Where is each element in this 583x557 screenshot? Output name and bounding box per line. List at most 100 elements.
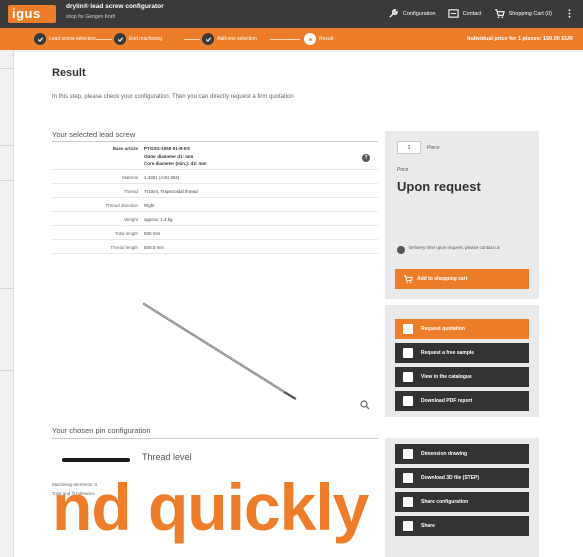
overlay-caption: nd quickly bbox=[52, 470, 369, 544]
spec-label: Thread bbox=[123, 189, 138, 194]
check-icon bbox=[34, 33, 46, 45]
cart-icon bbox=[494, 9, 505, 18]
request-quotation-button[interactable]: Request quotation bbox=[395, 319, 529, 339]
app-subtitle: shop for Gengen Kraft bbox=[66, 14, 116, 20]
spec-row: Base article PTGSG-1050-01-R-ES bbox=[52, 144, 378, 153]
spec-value: Core diameter (min.): d3: mm bbox=[144, 161, 207, 166]
top-bar: igus drylin® lead screw configurator sho… bbox=[0, 0, 583, 28]
step-label: End machining bbox=[129, 36, 163, 42]
view-catalogue-button[interactable]: View in the catalogue bbox=[395, 367, 529, 387]
pin-diagram bbox=[62, 458, 130, 462]
nav-configuration[interactable]: Configuration bbox=[388, 8, 436, 19]
nav-contact[interactable]: Contact bbox=[447, 8, 482, 19]
igus-logo[interactable]: igus bbox=[8, 5, 56, 23]
zoom-icon[interactable] bbox=[360, 400, 370, 410]
step-connector bbox=[96, 39, 112, 40]
left-sidebar-edge bbox=[0, 50, 14, 557]
request-sample-button[interactable]: Request a free sample bbox=[395, 343, 529, 363]
pin-label: Thread level bbox=[142, 452, 192, 462]
nav-contact-label: Contact bbox=[462, 10, 482, 17]
lead-screw-image bbox=[142, 302, 297, 400]
spec-row: Weight approx. 1.4 kg bbox=[52, 212, 378, 226]
button-label: Share bbox=[421, 523, 435, 529]
button-label: Share configuration bbox=[421, 499, 469, 505]
spec-row: Core diameter (min.): d3: mm bbox=[52, 160, 378, 170]
check-icon bbox=[202, 33, 214, 45]
step-lead-screw-selection[interactable]: Lead screw selection bbox=[34, 33, 96, 45]
spec-row: Thread Tr10x4, Trapezoidal thread bbox=[52, 184, 378, 198]
nav-shopping-cart-label: Shopping Cart (0) bbox=[508, 10, 552, 17]
step-number-icon bbox=[304, 33, 316, 45]
spec-value: 1.4301 (AISI 304) bbox=[144, 175, 180, 180]
spec-row: Material 1.4301 (AISI 304) bbox=[52, 170, 378, 184]
button-label: Download 3D file (STEP) bbox=[421, 475, 480, 481]
pdf-icon bbox=[403, 396, 413, 406]
app-title: drylin® lead screw configurator bbox=[66, 3, 164, 10]
button-label: Download PDF report bbox=[421, 398, 473, 404]
section-divider bbox=[52, 438, 378, 439]
spec-label: Total length bbox=[114, 231, 138, 236]
spec-value: 500.0 mm bbox=[144, 245, 165, 250]
spec-label: Weight bbox=[124, 217, 138, 222]
cart-icon bbox=[403, 275, 413, 284]
share-icon bbox=[403, 521, 413, 531]
spec-row: Thread direction Right bbox=[52, 198, 378, 212]
spec-value: 500 mm bbox=[144, 231, 161, 236]
page-title: Result bbox=[52, 67, 86, 79]
quotation-icon bbox=[403, 324, 413, 334]
step-connector bbox=[184, 39, 200, 40]
button-label: View in the catalogue bbox=[421, 374, 472, 380]
spec-label: Thread length bbox=[110, 245, 138, 250]
price-value: Upon request bbox=[397, 179, 481, 194]
step-add-ons-selection[interactable]: Add-ons selection bbox=[202, 33, 257, 45]
selected-lead-screw-title: Your selected lead screw bbox=[52, 130, 136, 139]
downloads-panel: Dimension drawing Download 3D file (STEP… bbox=[385, 438, 539, 557]
dimension-drawing-button[interactable]: Dimension drawing bbox=[395, 444, 529, 464]
action-panel: Request quotation Request a free sample … bbox=[385, 305, 539, 417]
step-label: Lead screw selection bbox=[49, 36, 96, 42]
catalogue-icon bbox=[403, 372, 413, 382]
step-result[interactable]: Result bbox=[304, 33, 333, 45]
download-3d-button[interactable]: Download 3D file (STEP) bbox=[395, 468, 529, 488]
spec-row: Outer diameter d1: mm bbox=[52, 153, 378, 160]
spec-label: Base article bbox=[112, 146, 138, 151]
spec-value: Tr10x4, Trapezoidal thread bbox=[144, 189, 198, 194]
quantity-input[interactable]: 1 bbox=[397, 141, 421, 154]
spec-label: Thread direction bbox=[105, 203, 138, 208]
drawing-icon bbox=[403, 449, 413, 459]
spec-value: Outer diameter d1: mm bbox=[144, 154, 194, 159]
share-configuration-button[interactable]: Share configuration bbox=[395, 492, 529, 512]
section-divider bbox=[52, 141, 378, 142]
spec-value: PTGSG-1050-01-R-ES bbox=[144, 146, 191, 151]
download-pdf-button[interactable]: Download PDF report bbox=[395, 391, 529, 411]
add-to-cart-button[interactable]: Add to shopping cart bbox=[395, 269, 529, 289]
intro-text: In this step, please check your configur… bbox=[52, 94, 294, 100]
nav-shopping-cart[interactable]: Shopping Cart (0) bbox=[494, 8, 552, 19]
price-panel: 1 Piece Price Upon request Delivery time… bbox=[385, 131, 539, 299]
add-to-cart-label: Add to shopping cart bbox=[417, 276, 468, 282]
contact-icon bbox=[447, 9, 459, 18]
step-bar: Lead screw selection End machining Add-o… bbox=[0, 28, 583, 50]
quantity-unit: Piece bbox=[427, 145, 440, 151]
delivery-text: Delivery time upon request, please conta… bbox=[409, 245, 501, 250]
step-connector bbox=[270, 39, 300, 40]
spec-table: ? Base article PTGSG-1050-01-R-ES Outer … bbox=[52, 144, 378, 292]
spec-row: Total length 500 mm bbox=[52, 226, 378, 240]
individual-price-note: Individual price for 1 pieces: 150.00 EU… bbox=[467, 36, 573, 42]
nav-configuration-label: Configuration bbox=[402, 10, 436, 17]
share-icon bbox=[403, 497, 413, 507]
spec-row: Thread length 500.0 mm bbox=[52, 240, 378, 254]
delivery-info-icon bbox=[397, 246, 405, 254]
spec-value: Right bbox=[144, 203, 155, 208]
spec-label: Material bbox=[121, 175, 138, 180]
sample-icon bbox=[403, 348, 413, 358]
price-label: Price bbox=[397, 167, 409, 173]
button-label: Request quotation bbox=[421, 326, 465, 332]
share-button[interactable]: Share bbox=[395, 516, 529, 536]
download-icon bbox=[403, 473, 413, 483]
more-menu[interactable] bbox=[564, 8, 575, 19]
more-vertical-icon bbox=[568, 9, 571, 18]
button-label: Dimension drawing bbox=[421, 451, 468, 457]
step-end-machining[interactable]: End machining bbox=[114, 33, 162, 45]
wrench-icon bbox=[389, 9, 398, 18]
